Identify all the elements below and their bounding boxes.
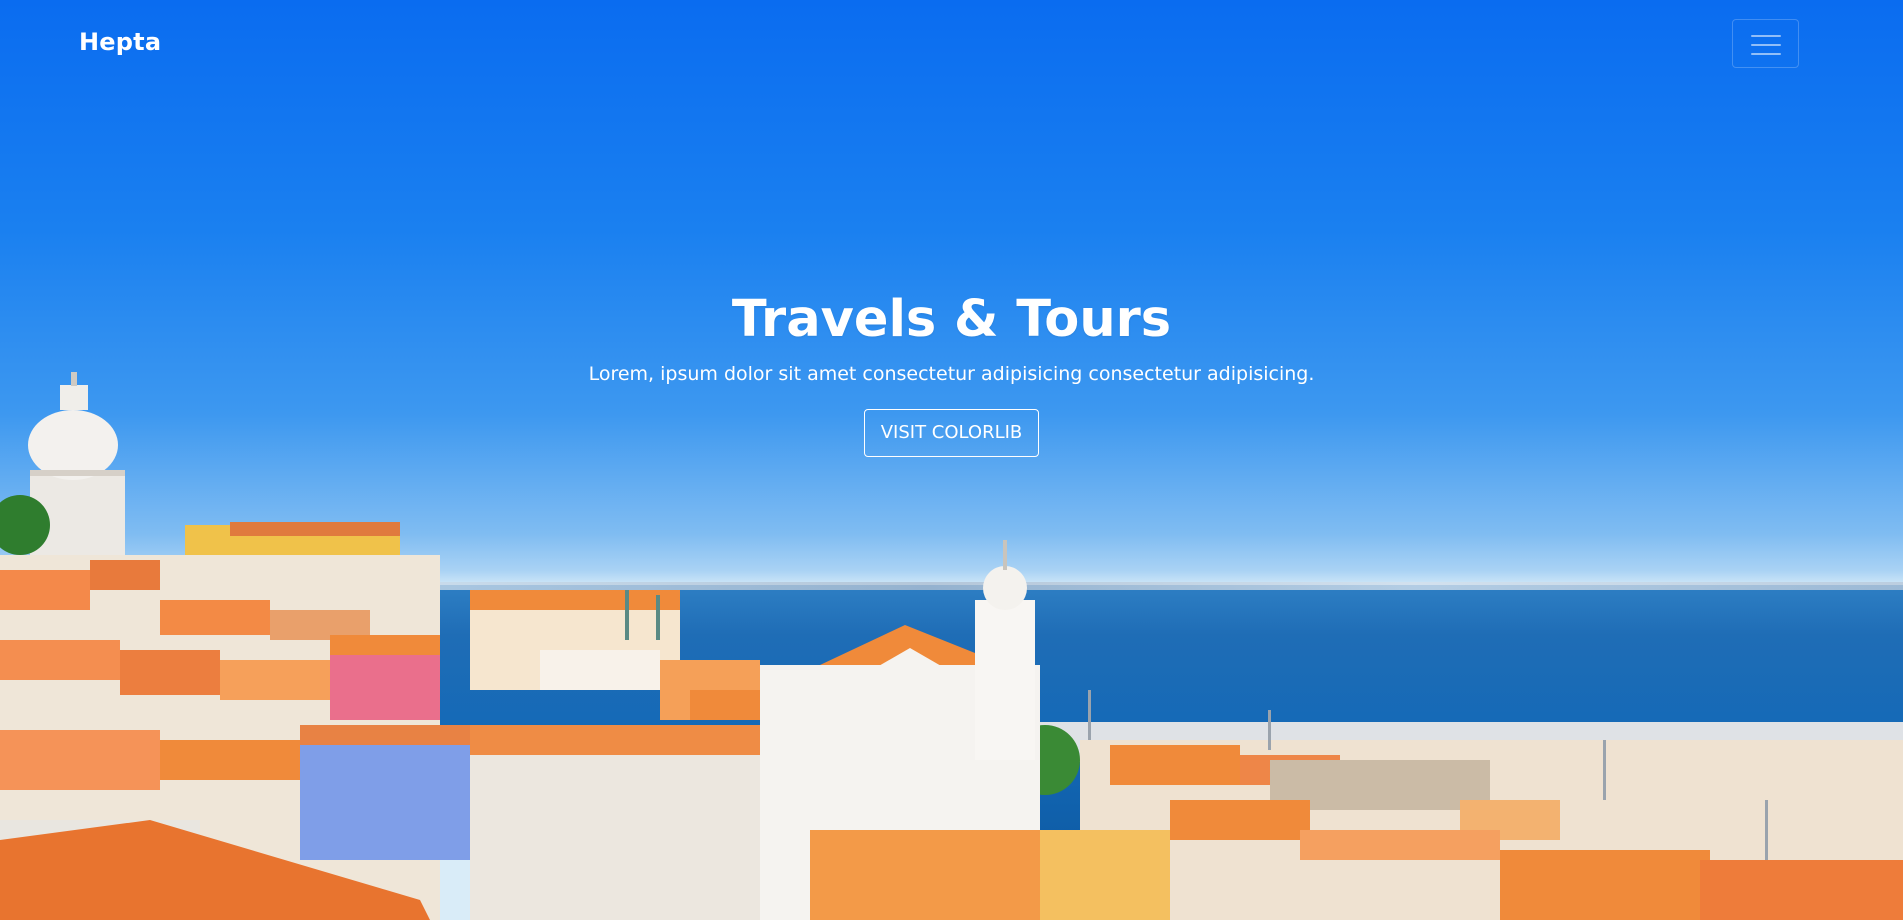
hero-section: Hepta Travels & Tours Lorem, ipsum dolor… <box>0 0 1903 920</box>
hero-subtitle: Lorem, ipsum dolor sit amet consectetur … <box>588 363 1315 385</box>
hero-title: Travels & Tours <box>731 290 1172 349</box>
cityscape-illustration <box>0 372 1903 920</box>
navbar-toggle-button[interactable] <box>1732 19 1799 68</box>
hamburger-menu-icon-bar-2 <box>1751 44 1781 46</box>
hero-content: Travels & Tours Lorem, ipsum dolor sit a… <box>0 285 1903 457</box>
navbar: Hepta <box>0 0 1903 90</box>
hamburger-menu-icon-bar-3 <box>1751 53 1781 55</box>
visit-colorlib-button[interactable]: VISIT COLORLIB <box>863 409 1040 457</box>
hamburger-menu-icon <box>1751 35 1781 37</box>
brand-logo[interactable]: Hepta <box>79 28 161 56</box>
